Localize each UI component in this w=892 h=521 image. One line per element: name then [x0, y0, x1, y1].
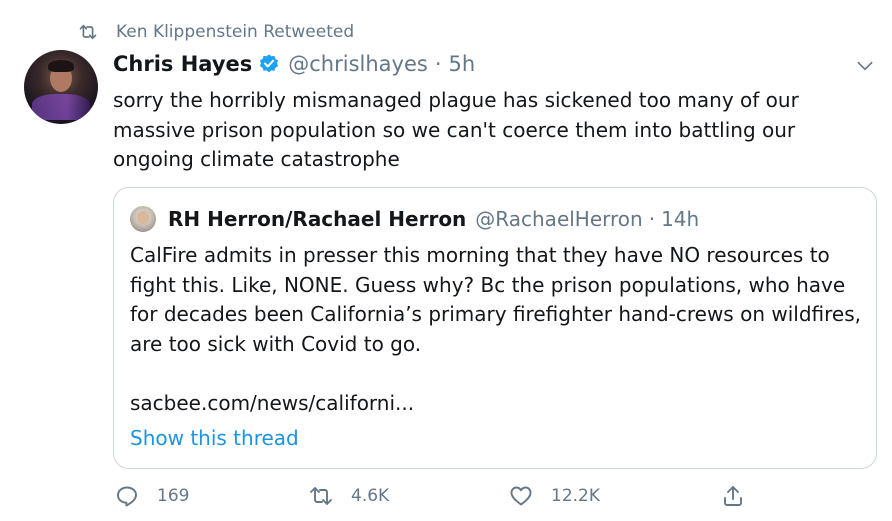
- retweet-context-label: Ken Klippenstein Retweeted: [116, 22, 355, 42]
- header-separator: ·: [434, 52, 442, 76]
- retweet-icon: [310, 487, 332, 505]
- quoted-tweet-link[interactable]: sacbee.com/news/californi...: [130, 391, 414, 415]
- heart-icon: [510, 486, 532, 506]
- retweet-context[interactable]: Ken Klippenstein Retweeted: [78, 22, 354, 42]
- author-avatar[interactable]: [24, 50, 98, 124]
- author-handle[interactable]: @chrislhayes: [288, 52, 428, 76]
- avatar-shirt: [32, 94, 90, 120]
- share-button[interactable]: [721, 484, 763, 508]
- author-name[interactable]: Chris Hayes: [113, 52, 252, 76]
- retweet-icon: [79, 24, 97, 40]
- share-icon: [724, 486, 742, 506]
- tweet-text: sorry the horribly mismanaged plague has…: [113, 88, 799, 171]
- like-count: 12.2K: [551, 486, 600, 506]
- quoted-tweet-timestamp: 14h: [661, 207, 700, 231]
- tweet-timestamp[interactable]: 5h: [449, 52, 476, 76]
- quoted-tweet-header: RH Herron/Rachael Herron @RachaelHerron …: [130, 206, 699, 232]
- quoted-author-avatar: [130, 206, 156, 232]
- quoted-author-name: RH Herron/Rachael Herron: [168, 207, 467, 231]
- chevron-down-icon[interactable]: [855, 56, 875, 76]
- reply-button[interactable]: 169: [115, 484, 189, 508]
- retweet-button[interactable]: 4.6K: [309, 484, 389, 508]
- quoted-tweet-card[interactable]: RH Herron/Rachael Herron @RachaelHerron …: [113, 187, 877, 469]
- show-thread-link[interactable]: Show this thread: [130, 426, 299, 450]
- tweet-actions: 169 4.6K 12.2K: [113, 484, 753, 514]
- reply-icon: [117, 486, 137, 507]
- tweet-header: Chris Hayes @chrislhayes · 5h: [113, 52, 475, 76]
- quoted-author-handle: @RachaelHerron: [475, 207, 643, 231]
- quoted-header-separator: ·: [648, 207, 656, 231]
- reply-count: 169: [157, 486, 190, 506]
- retweet-count: 4.6K: [351, 486, 390, 506]
- quoted-tweet-text: CalFire admits in presser this morning t…: [130, 243, 861, 356]
- avatar-hair: [48, 60, 74, 72]
- like-button[interactable]: 12.2K: [509, 484, 600, 508]
- verified-badge-icon: [260, 54, 279, 73]
